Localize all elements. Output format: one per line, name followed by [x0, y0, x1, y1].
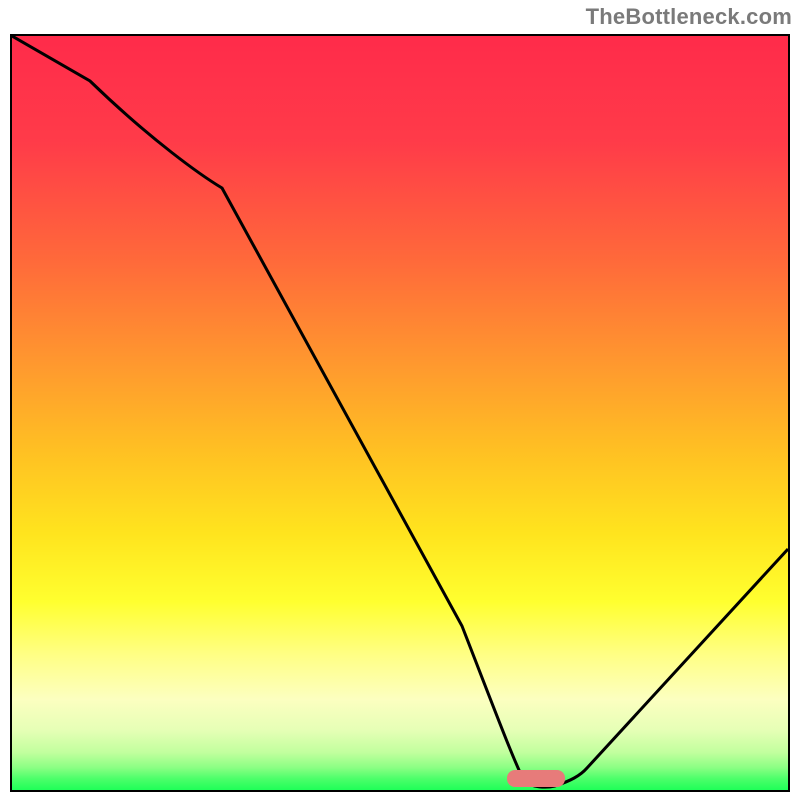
optimum-marker [507, 770, 565, 787]
watermark-text: TheBottleneck.com [586, 4, 792, 30]
chart-container: TheBottleneck.com [0, 0, 800, 800]
plot-area [10, 34, 790, 792]
bottleneck-curve [12, 36, 788, 790]
curve-path [12, 36, 788, 787]
